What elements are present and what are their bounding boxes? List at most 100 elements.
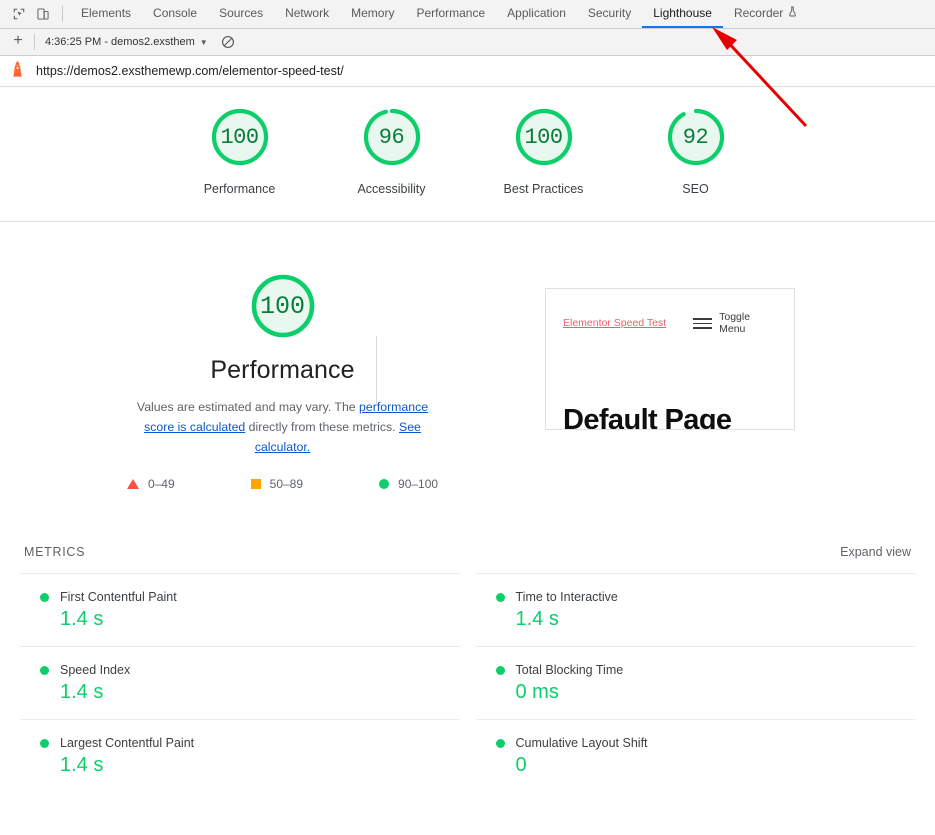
score-gauge-performance[interactable]: 100 Performance xyxy=(185,103,295,199)
toolbar-divider xyxy=(34,34,35,50)
dock-icon-group xyxy=(4,0,58,28)
metric-value: 0 xyxy=(515,754,527,777)
thumbnail-page-heading: Default Page xyxy=(563,404,732,431)
report-select-value: 4:36:25 PM - demos2.exsthem xyxy=(45,36,195,48)
gauge-ring: 96 xyxy=(358,103,426,171)
tab-label: Application xyxy=(507,6,566,20)
score-gauge-accessibility[interactable]: 96 Accessibility xyxy=(337,103,447,199)
devtools-tab-bar: Elements Console Sources Network Memory … xyxy=(0,0,935,29)
metrics-section: METRICS Expand view First Contentful Pai… xyxy=(0,545,935,792)
report-select[interactable]: 4:36:25 PM - demos2.exsthem ▼ xyxy=(45,36,208,48)
performance-category: 100 Performance Values are estimated and… xyxy=(0,222,935,491)
metric-value: 1.4 s xyxy=(60,754,104,777)
category-title: Performance xyxy=(210,356,355,385)
score-legend: 0–49 50–89 90–100 xyxy=(126,477,439,492)
vertical-divider xyxy=(376,336,377,405)
score-gauge-seo[interactable]: 92 SEO xyxy=(641,103,751,199)
gauge-ring: 100 xyxy=(510,103,578,171)
gauge-label: Best Practices xyxy=(503,182,584,196)
pass-circle-icon xyxy=(40,665,49,675)
lighthouse-report: 100 Performance 96 Accessibility 100 Bes… xyxy=(0,87,935,793)
new-report-button[interactable]: + xyxy=(8,32,28,52)
tab-label: Elements xyxy=(81,6,132,20)
metric-name: First Contentful Paint xyxy=(60,590,177,605)
metrics-column-right: Time to Interactive 1.4 s Total Blocking… xyxy=(475,573,915,792)
metric-item[interactable]: Time to Interactive 1.4 s xyxy=(475,573,915,646)
tab-console[interactable]: Console xyxy=(142,0,208,28)
lighthouse-toolbar: + 4:36:25 PM - demos2.exsthem ▼ xyxy=(0,29,935,56)
metrics-header: METRICS Expand view xyxy=(20,545,915,559)
category-score-value: 100 xyxy=(259,291,305,321)
legend-range: 0–49 xyxy=(147,477,175,492)
description-text-part2: directly from these metrics. xyxy=(245,420,399,435)
legend-range: 50–89 xyxy=(269,477,304,492)
lighthouse-icon xyxy=(10,60,25,82)
metric-value: 1.4 s xyxy=(60,608,104,631)
tab-label: Security xyxy=(587,6,632,20)
triangle-icon xyxy=(126,479,139,490)
legend-range: 90–100 xyxy=(398,477,439,492)
tab-memory[interactable]: Memory xyxy=(340,0,405,28)
tab-label: Memory xyxy=(351,6,395,20)
tab-security[interactable]: Security xyxy=(577,0,642,28)
metric-item[interactable]: First Contentful Paint 1.4 s xyxy=(20,573,460,646)
metric-name: Cumulative Layout Shift xyxy=(515,736,648,751)
metrics-title: METRICS xyxy=(24,545,86,560)
tab-application[interactable]: Application xyxy=(496,0,577,28)
metric-item[interactable]: Speed Index 1.4 s xyxy=(20,646,460,719)
audited-url-bar: https://demos2.exsthemewp.com/elementor-… xyxy=(0,56,935,87)
category-gauge: 100 xyxy=(245,268,321,344)
toolbar-divider xyxy=(62,6,63,22)
expand-view-toggle[interactable]: Expand view xyxy=(840,545,911,559)
tab-elements[interactable]: Elements xyxy=(70,0,142,28)
tab-sources[interactable]: Sources xyxy=(208,0,274,28)
pass-circle-icon xyxy=(40,738,49,748)
circle-icon xyxy=(379,479,390,490)
metric-item[interactable]: Total Blocking Time 0 ms xyxy=(475,646,915,719)
gauge-score-value: 96 xyxy=(378,124,405,150)
gauge-score-value: 100 xyxy=(220,124,259,150)
inspect-element-icon[interactable] xyxy=(8,3,30,25)
metric-name: Total Blocking Time xyxy=(515,663,624,678)
pass-circle-icon xyxy=(40,592,49,602)
final-screenshot-panel: Elementor Speed Test Toggle Menu Default… xyxy=(545,268,795,431)
metric-value: 0 ms xyxy=(515,681,559,704)
metrics-column-left: First Contentful Paint 1.4 s Speed Index… xyxy=(20,573,460,792)
gauge-label: Performance xyxy=(203,182,276,196)
metric-item[interactable]: Cumulative Layout Shift 0 xyxy=(475,719,915,792)
metric-value: 1.4 s xyxy=(515,608,559,631)
score-gauges: 100 Performance 96 Accessibility 100 Bes… xyxy=(0,87,935,223)
gauge-score-value: 92 xyxy=(682,124,709,150)
thumbnail-header: Elementor Speed Test Toggle Menu xyxy=(563,311,777,335)
clear-all-icon[interactable] xyxy=(218,32,238,52)
metric-item[interactable]: Largest Contentful Paint 1.4 s xyxy=(20,719,460,792)
device-toolbar-icon[interactable] xyxy=(32,3,54,25)
tab-label: Sources xyxy=(219,6,264,20)
gauge-ring: 100 xyxy=(206,103,274,171)
devtools-tabs: Elements Console Sources Network Memory … xyxy=(70,0,808,28)
thumbnail-brand-link: Elementor Speed Test xyxy=(563,317,667,330)
hamburger-icon xyxy=(693,318,713,329)
tab-recorder[interactable]: Recorder xyxy=(723,0,808,28)
pass-circle-icon xyxy=(495,738,505,748)
tab-label: Performance xyxy=(416,6,486,20)
chevron-down-icon: ▼ xyxy=(199,37,208,47)
gauge-ring: 92 xyxy=(662,103,730,171)
gauge-score-value: 100 xyxy=(524,124,563,150)
gauge-label: SEO xyxy=(682,182,709,196)
description-text-part1: Values are estimated and may vary. The xyxy=(136,400,360,415)
tab-network[interactable]: Network xyxy=(274,0,340,28)
tab-label: Console xyxy=(153,6,198,20)
square-icon xyxy=(250,479,261,490)
metrics-grid: First Contentful Paint 1.4 s Speed Index… xyxy=(20,573,915,792)
final-screenshot: Elementor Speed Test Toggle Menu Default… xyxy=(545,288,795,431)
tab-performance[interactable]: Performance xyxy=(405,0,496,28)
tab-label: Recorder xyxy=(733,6,784,20)
thumbnail-menu-label: Toggle Menu xyxy=(719,311,751,336)
score-gauge-best-practices[interactable]: 100 Best Practices xyxy=(489,103,599,199)
pass-circle-icon xyxy=(495,592,505,602)
category-description: Values are estimated and may vary. The p… xyxy=(122,397,444,457)
thumbnail-menu: Toggle Menu xyxy=(693,311,777,335)
tab-lighthouse[interactable]: Lighthouse xyxy=(642,0,723,28)
category-summary: 100 Performance Values are estimated and… xyxy=(20,268,545,491)
